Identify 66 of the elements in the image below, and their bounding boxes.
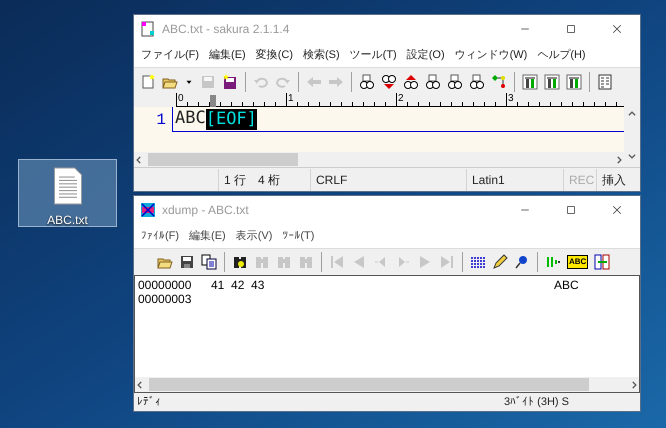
scrollbar-thumb[interactable] <box>149 378 589 391</box>
line-number: 1 <box>155 110 167 130</box>
window-title: xdump - ABC.txt <box>162 202 250 219</box>
ruler-cursor-marker <box>210 95 216 107</box>
menu-item[interactable]: ﾌｧｲﾙ(F) <box>136 228 184 244</box>
menu-item[interactable]: ファイル(F) <box>136 46 204 64</box>
maximize-icon[interactable] <box>565 204 577 216</box>
menu-item[interactable]: 検索(S) <box>298 46 345 64</box>
status-text: ﾚﾃﾞｨ <box>136 394 162 410</box>
notepad-icon <box>140 21 156 37</box>
close-icon[interactable] <box>611 204 623 216</box>
scrollbar-thumb[interactable] <box>148 153 298 166</box>
menu-item[interactable]: 編集(E) <box>184 228 231 244</box>
ruler-number: 0 <box>176 93 184 105</box>
close-icon[interactable] <box>611 23 623 35</box>
file-label: ABC.txt <box>47 212 88 229</box>
desktop-file-icon[interactable]: ABC.txt <box>18 159 117 227</box>
status-field: Latin1 <box>466 168 563 190</box>
tools-icon[interactable] <box>566 74 582 90</box>
glasses-up-icon[interactable] <box>403 74 419 90</box>
dump-app-icon <box>140 202 156 218</box>
menu-item[interactable]: ツール(T) <box>344 46 402 64</box>
menu-item[interactable]: ﾂｰﾙ(T) <box>277 228 320 244</box>
text-badge-icon[interactable]: ABC <box>567 255 588 269</box>
glasses-icon[interactable] <box>469 74 485 90</box>
glasses-down-icon[interactable] <box>381 74 397 90</box>
hex-address: 00000000 <box>138 278 192 292</box>
pencil-icon[interactable] <box>492 254 508 270</box>
hex-bytes: 41 42 43 <box>211 278 266 292</box>
status-field: 1 行 4 桁 <box>218 168 310 190</box>
menu-item[interactable]: ウィンドウ(W) <box>450 46 532 64</box>
ruler-number: 2 <box>396 93 404 105</box>
text-line: ABC <box>175 107 206 130</box>
new-file-icon[interactable] <box>140 74 156 90</box>
tools-icon[interactable] <box>522 74 538 90</box>
hex-address: 00000003 <box>138 292 192 306</box>
pin-icon[interactable] <box>514 254 530 270</box>
list-icon[interactable] <box>597 74 613 90</box>
text-area[interactable]: 1 ABC[EOF] <box>134 107 624 152</box>
glasses-icon[interactable] <box>359 74 375 90</box>
tools-icon[interactable] <box>544 74 560 90</box>
menu-item[interactable]: ヘルプ(H) <box>532 46 591 64</box>
glasses-icon[interactable] <box>447 74 463 90</box>
menu-item[interactable]: 設定(O) <box>402 46 450 64</box>
glasses-icon[interactable] <box>425 74 441 90</box>
menu-item[interactable]: 編集(E) <box>204 46 251 64</box>
status-field: REC <box>563 168 596 190</box>
horizontal-scrollbar[interactable] <box>135 377 639 392</box>
menu-item[interactable]: 表示(V) <box>230 228 278 244</box>
ruler-number: 3 <box>506 93 514 105</box>
eof-marker: [EOF] <box>206 108 257 130</box>
tree-icon[interactable] <box>491 74 507 90</box>
status-field: CRLF <box>310 168 356 190</box>
maximize-icon[interactable] <box>565 23 577 35</box>
status-field: 挿入 <box>596 168 632 190</box>
status-text: 3ﾊﾞｲﾄ (3H) S <box>504 394 569 410</box>
window-title: ABC.txt - sakura 2.1.1.4 <box>162 21 290 38</box>
horizontal-scrollbar[interactable] <box>134 152 624 167</box>
save-all-icon[interactable] <box>222 74 238 90</box>
copy-icon[interactable] <box>201 254 217 270</box>
ascii-text: ABC <box>554 278 579 292</box>
save-icon[interactable] <box>179 254 195 270</box>
binoculars-icon[interactable] <box>232 254 248 270</box>
menu-item[interactable]: 変換(C) <box>250 46 298 64</box>
ruler-number: 1 <box>286 93 294 105</box>
compare-icon[interactable] <box>594 254 610 270</box>
